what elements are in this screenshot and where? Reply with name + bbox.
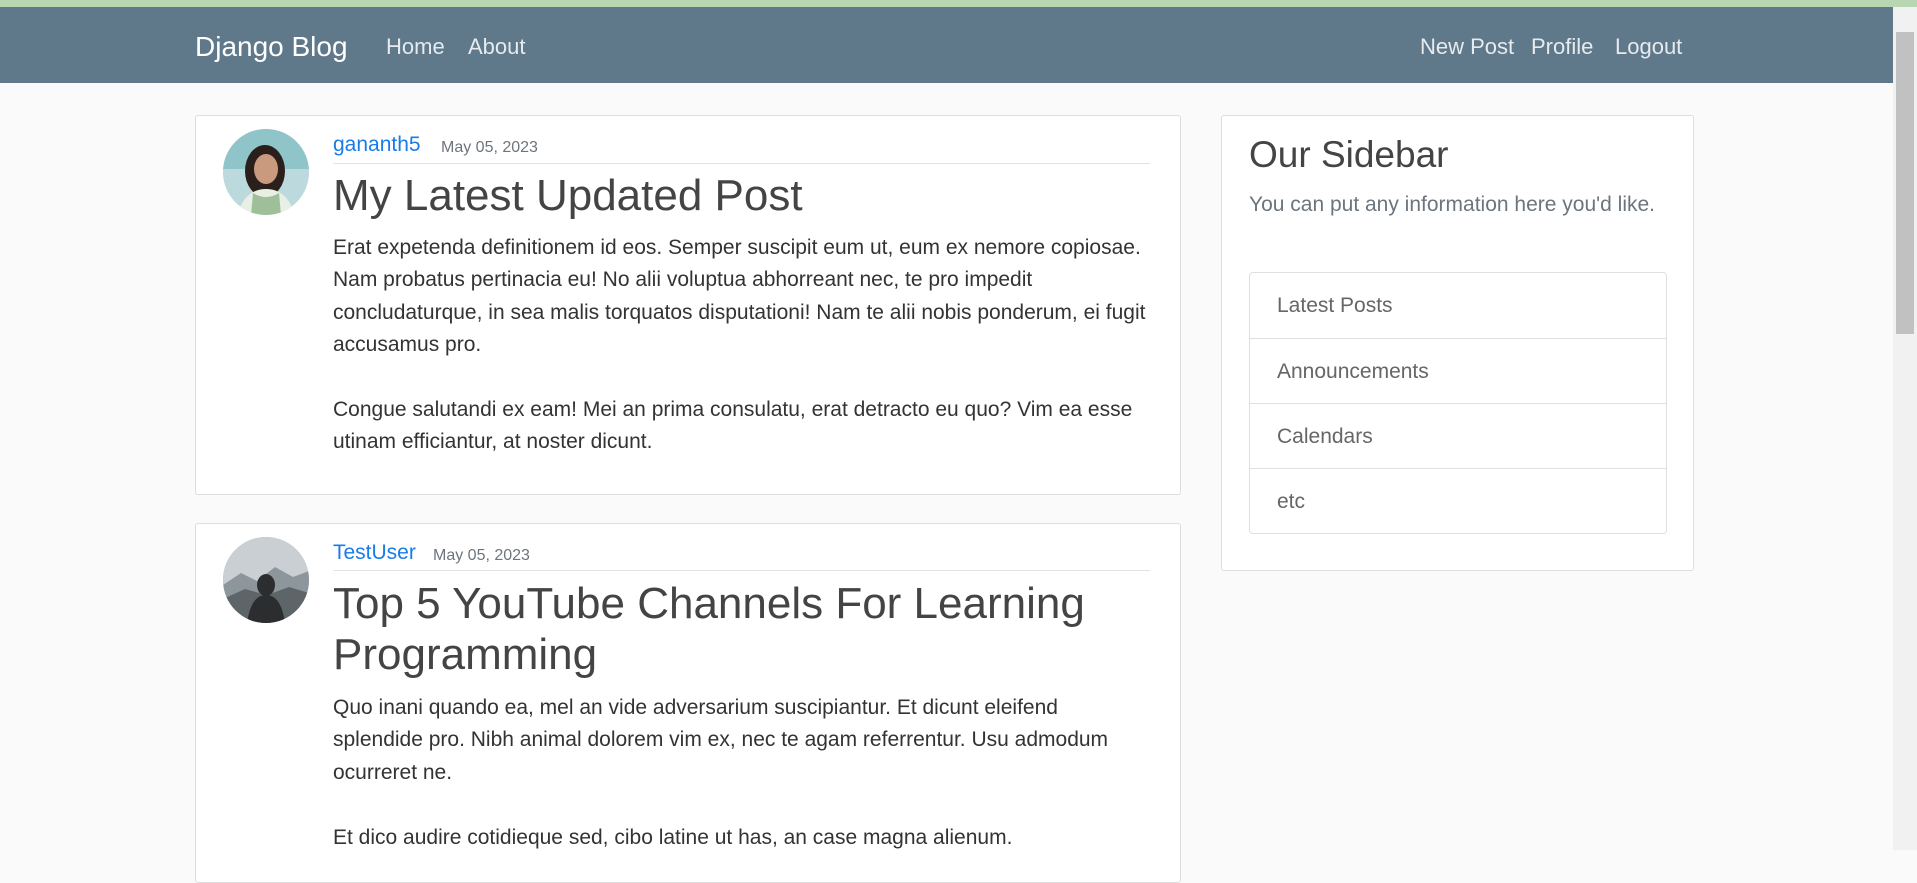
post-card: TestUser May 05, 2023 Top 5 YouTube Chan… [195, 523, 1181, 883]
sidebar-item-latest-posts[interactable]: Latest Posts [1250, 273, 1666, 338]
post-paragraph: Congue salutandi ex eam! Mei an prima co… [333, 398, 1133, 454]
top-accent-strip [0, 0, 1917, 7]
page-scrollbar[interactable] [1893, 7, 1917, 850]
post-title-link[interactable]: My Latest Updated Post [333, 170, 1150, 221]
nav-link-logout[interactable]: Logout [1615, 34, 1682, 60]
sidebar-panel: Our Sidebar You can put any information … [1221, 115, 1694, 571]
sidebar-title: Our Sidebar [1249, 134, 1449, 175]
sidebar-item-announcements[interactable]: Announcements [1250, 338, 1666, 403]
meta-divider [333, 570, 1150, 571]
post-paragraph: Erat expetenda definitionem id eos. Semp… [333, 236, 1146, 357]
post-paragraph: Quo inani quando ea, mel an vide adversa… [333, 696, 1109, 784]
sidebar-description: You can put any information here you'd l… [1249, 193, 1655, 216]
nav-link-new-post[interactable]: New Post [1420, 34, 1514, 60]
sidebar-item-calendars[interactable]: Calendars [1250, 403, 1666, 468]
author-avatar [223, 537, 309, 623]
post-author-link[interactable]: gananth5 [333, 133, 421, 157]
scrollbar-thumb[interactable] [1896, 32, 1914, 334]
post-author-link[interactable]: TestUser [333, 541, 416, 565]
profile-photo-icon [223, 537, 309, 623]
post-date: May 05, 2023 [441, 139, 538, 156]
meta-divider [333, 163, 1150, 164]
author-avatar [223, 129, 309, 215]
sidebar-item-etc[interactable]: etc [1250, 468, 1666, 533]
sidebar-list: Latest Posts Announcements Calendars etc [1249, 272, 1667, 534]
brand-link[interactable]: Django Blog [195, 31, 348, 63]
nav-link-home[interactable]: Home [386, 34, 445, 60]
post-date: May 05, 2023 [433, 547, 530, 564]
nav-link-about[interactable]: About [468, 34, 526, 60]
nav-link-profile[interactable]: Profile [1531, 34, 1593, 60]
post-card: gananth5 May 05, 2023 My Latest Updated … [195, 115, 1181, 495]
post-title-link[interactable]: Top 5 YouTube Channels For Learning Prog… [333, 578, 1150, 680]
profile-photo-icon [223, 129, 309, 215]
top-navbar: Django Blog Home About New Post Profile … [0, 7, 1893, 83]
